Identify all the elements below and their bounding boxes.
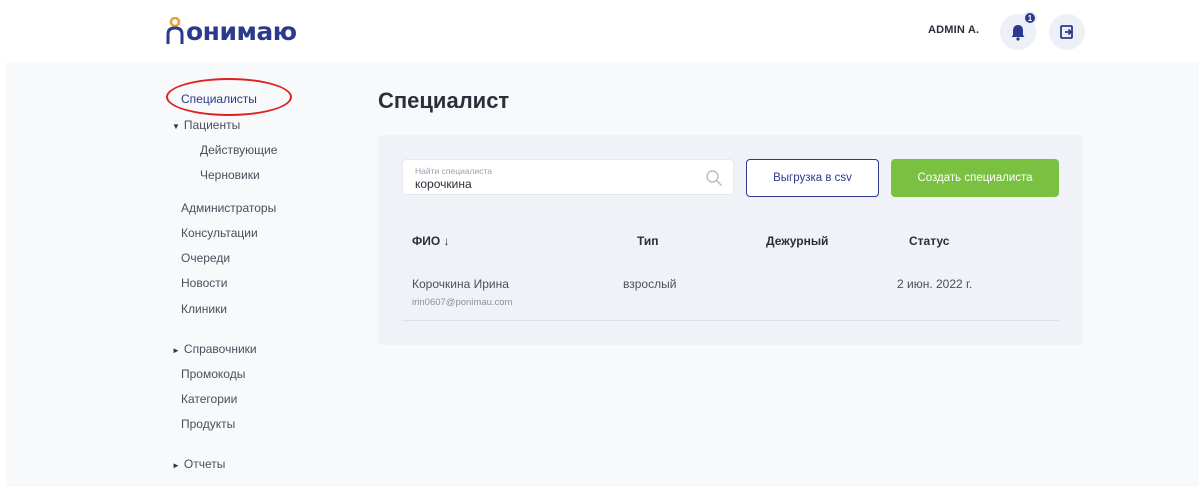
sidebar-item-active-patients[interactable]: Действующие [200,143,277,157]
cell-status: 2 июн. 2022 г. [897,277,973,291]
sidebar-item-clinics[interactable]: Клиники [181,302,227,316]
export-csv-button[interactable]: Выгрузка в csv [746,159,879,197]
cell-type: взрослый [623,277,677,291]
column-header-duty[interactable]: Дежурный [766,234,828,248]
sidebar-item-products[interactable]: Продукты [181,417,235,431]
sidebar-item-patients[interactable]: ▼ Пациенты [172,118,240,132]
sidebar-item-administrators[interactable]: Администраторы [181,201,276,215]
notifications-button[interactable]: 1 [1000,11,1037,50]
column-header-status[interactable]: Статус [909,234,949,248]
logout-button[interactable] [1049,14,1085,50]
column-header-name[interactable]: ФИО ↓ [412,234,450,248]
cell-name: Корочкина Ирина [412,277,509,291]
sidebar-item-news[interactable]: Новости [181,276,227,290]
row-divider [402,320,1059,321]
sidebar-item-directories[interactable]: ► Справочники [172,342,257,356]
search-input[interactable] [415,176,685,192]
sidebar-item-consultations[interactable]: Консультации [181,226,258,240]
logo-mark-icon [166,17,184,44]
page-title: Специалист [378,88,510,113]
sidebar-item-promocodes[interactable]: Промокоды [181,367,245,381]
caret-down-icon: ▼ [172,122,180,131]
sidebar-item-categories[interactable]: Категории [181,392,237,406]
user-name[interactable]: ADMIN A. [928,24,979,36]
search-field[interactable]: Найти специалиста [402,159,734,195]
search-icon[interactable] [705,169,723,187]
column-header-type[interactable]: Тип [637,234,659,248]
sidebar-item-reports[interactable]: ► Отчеты [172,457,225,471]
cell-email: irin0607@ponimau.com [412,297,513,308]
sidebar-item-queues[interactable]: Очереди [181,251,230,265]
create-specialist-button[interactable]: Создать специалиста [891,159,1059,197]
search-label: Найти специалиста [415,166,493,176]
logout-icon [1060,25,1073,39]
logo[interactable]: онимаю [166,16,297,46]
caret-right-icon: ► [172,461,180,470]
notification-badge: 1 [1023,11,1037,25]
sidebar-item-drafts[interactable]: Черновики [200,168,260,182]
caret-right-icon: ► [172,346,180,355]
logo-text: онимаю [186,16,297,46]
top-header: онимаю ADMIN A. 1 [0,0,1199,62]
bell-icon [1011,25,1025,41]
highlight-annotation [166,78,292,116]
